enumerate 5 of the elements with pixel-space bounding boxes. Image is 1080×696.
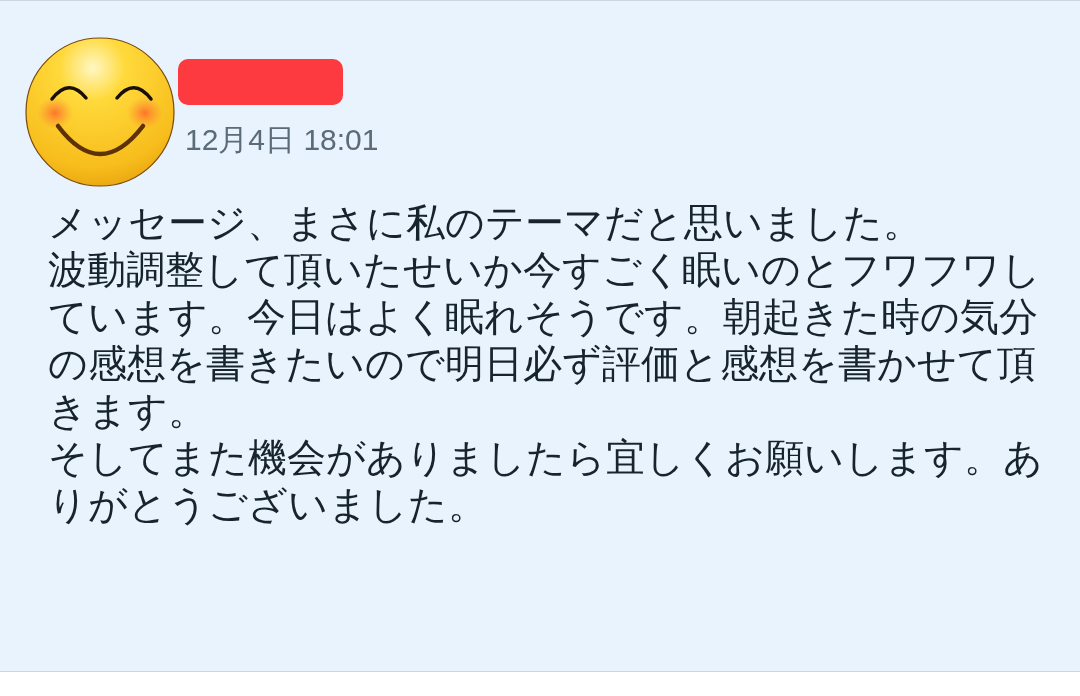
message-text: メッセージ、まさに私のテーマだと思いました。 bbox=[48, 199, 923, 246]
message-text: 波動調整して頂いたせいか今すごく眠いのとフワフワしています。今日はよく眠れそうです。朝起きた時の気分の感想を書きたいので明日必ず評価と感想を書かせて頂きます。 bbox=[48, 246, 1042, 434]
timestamp: 12月4日 18:01 bbox=[185, 122, 379, 158]
message-text: そしてまた機会がありましたら宜しくお願いします。ありがとうございました。 bbox=[48, 434, 1044, 528]
smiling-face-icon bbox=[25, 37, 175, 187]
